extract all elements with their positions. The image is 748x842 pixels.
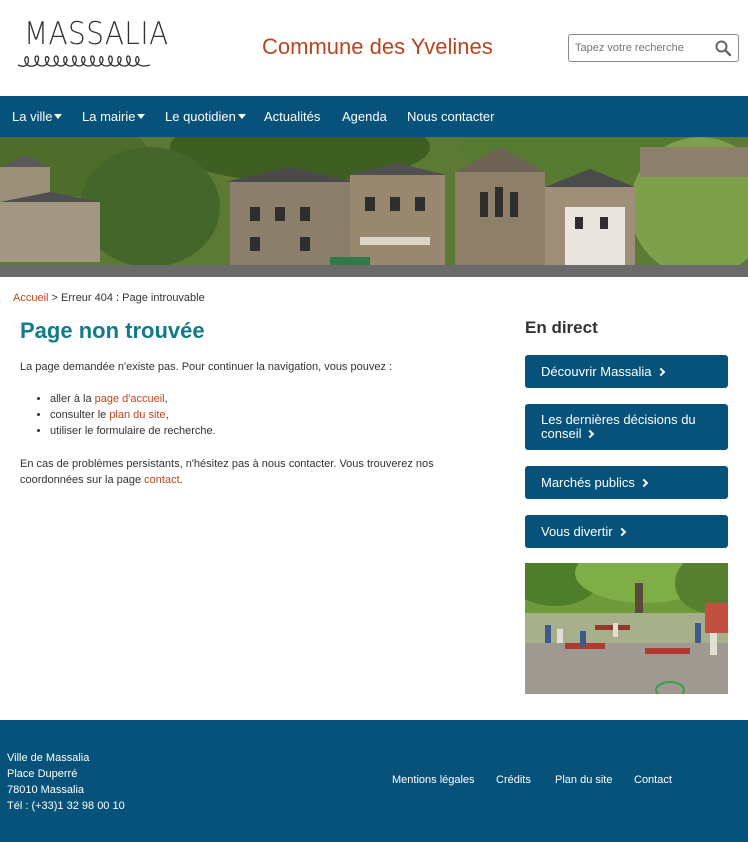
nav-item-label: La mairie bbox=[82, 109, 136, 124]
breadcrumb-home-link[interactable]: Accueil bbox=[13, 292, 48, 304]
banner-image bbox=[0, 137, 748, 277]
outro-text: En cas de problèmes persistants, n'hésit… bbox=[20, 458, 434, 486]
aside-title: En direct bbox=[525, 318, 598, 337]
footer-link-contact[interactable]: Contact bbox=[634, 774, 672, 786]
site-header: MASSALIA Commune des Yvelines bbox=[0, 0, 748, 96]
nav-item-la-ville[interactable]: La ville bbox=[12, 96, 63, 137]
logo-text: MASSALIA bbox=[24, 16, 169, 52]
sitemap-link[interactable]: plan du site bbox=[109, 409, 165, 421]
breadcrumb: Accueil > Erreur 404 : Page introuvable bbox=[13, 292, 205, 304]
chevron-right-icon bbox=[586, 429, 595, 439]
main-navigation: La ville La mairie Le quotidien Actualit… bbox=[0, 96, 748, 137]
caret-down-icon bbox=[237, 114, 246, 119]
list-item: consulter le plan du site, bbox=[50, 408, 216, 424]
options-list: aller à la page d'accueil, consulter le … bbox=[50, 392, 216, 440]
public-markets-button[interactable]: Marchés publics bbox=[525, 466, 728, 499]
breadcrumb-current: Erreur 404 : Page introuvable bbox=[61, 292, 205, 304]
footer-link-legal-notice[interactable]: Mentions légales bbox=[392, 774, 475, 786]
logo-waves-icon bbox=[17, 55, 151, 67]
site-title: Commune des Yvelines bbox=[262, 34, 493, 59]
sidebar-photo[interactable] bbox=[525, 563, 728, 694]
breadcrumb-separator: > bbox=[51, 292, 58, 304]
footer-link-credits[interactable]: Crédits bbox=[496, 774, 531, 786]
nav-item-actualites[interactable]: Actualités bbox=[264, 96, 320, 137]
footer-link-sitemap[interactable]: Plan du site bbox=[555, 774, 612, 786]
discover-massalia-button[interactable]: Découvrir Massalia bbox=[525, 355, 728, 388]
search-icon bbox=[715, 40, 732, 57]
intro-text: La page demandée n'existe pas. Pour cont… bbox=[20, 361, 393, 373]
footer-address: Ville de Massalia Place Duperré 78010 Ma… bbox=[7, 752, 125, 812]
council-decisions-button[interactable]: Les dernières décisions du conseil bbox=[525, 404, 728, 450]
chevron-right-icon bbox=[617, 527, 626, 537]
list-item: utiliser le formulaire de recherche. bbox=[50, 424, 216, 440]
search-box bbox=[568, 34, 739, 62]
search-input[interactable] bbox=[575, 39, 709, 57]
nav-item-label: Le quotidien bbox=[165, 109, 236, 124]
nav-item-agenda[interactable]: Agenda bbox=[342, 96, 387, 137]
search-button[interactable] bbox=[714, 39, 732, 57]
homepage-link[interactable]: page d'accueil bbox=[95, 393, 165, 405]
nav-item-label: La ville bbox=[12, 109, 53, 124]
nav-item-le-quotidien[interactable]: Le quotidien bbox=[165, 96, 246, 137]
caret-down-icon bbox=[137, 114, 146, 119]
site-logo[interactable]: MASSALIA bbox=[16, 16, 168, 76]
contact-link[interactable]: contact bbox=[144, 474, 179, 486]
chevron-right-icon bbox=[639, 478, 649, 488]
nav-item-label: Actualités bbox=[264, 109, 321, 124]
nav-item-label: Agenda bbox=[342, 109, 387, 124]
chevron-right-icon bbox=[656, 367, 665, 377]
site-footer: Ville de Massalia Place Duperré 78010 Ma… bbox=[0, 720, 748, 842]
entertainment-button[interactable]: Vous divertir bbox=[525, 515, 728, 548]
page-title: Page non trouvée bbox=[20, 318, 205, 343]
nav-item-nous-contacter[interactable]: Nous contacter bbox=[407, 96, 494, 137]
nav-item-label: Nous contacter bbox=[407, 109, 495, 124]
list-item: aller à la page d'accueil, bbox=[50, 392, 216, 408]
caret-down-icon bbox=[54, 114, 63, 119]
nav-item-la-mairie[interactable]: La mairie bbox=[82, 96, 146, 137]
